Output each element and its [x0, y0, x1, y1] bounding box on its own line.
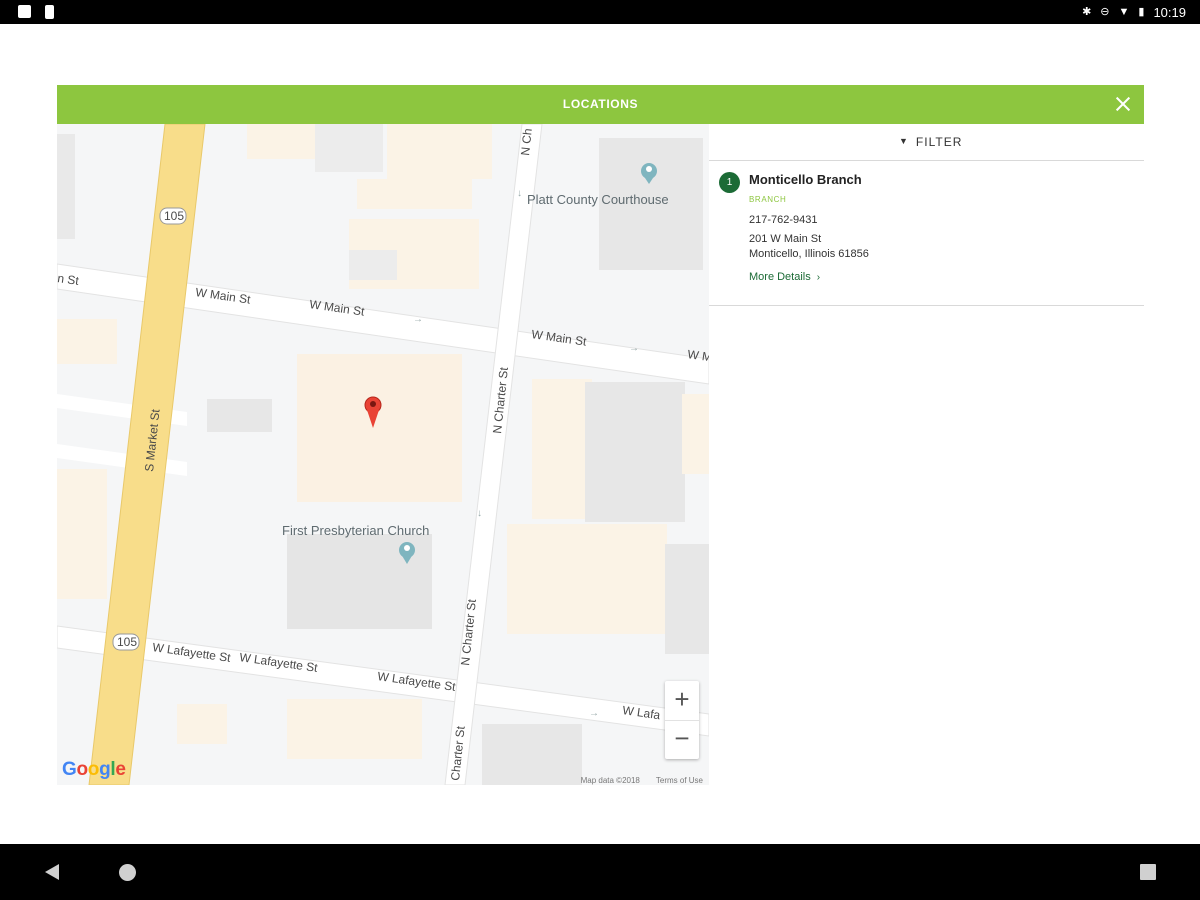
route-shield-1: 105	[159, 207, 187, 225]
do-not-disturb-icon: ⊖	[1100, 6, 1110, 18]
back-icon[interactable]	[45, 864, 59, 880]
locations-modal: LOCATIONS 105 105 n St W Main St W Main …	[57, 85, 1144, 785]
bluetooth-icon: ✱	[1082, 6, 1092, 18]
more-details-link[interactable]: More Details ›	[749, 271, 820, 283]
filter-label: FILTER	[915, 135, 963, 149]
battery-icon: ▮	[1138, 6, 1145, 18]
svg-text:→: →	[629, 343, 639, 354]
status-bar: ✱ ⊖ ▼ ▮ 10:19	[0, 0, 1200, 24]
chevron-right-icon: ›	[816, 272, 821, 283]
navigation-bar	[0, 844, 1200, 900]
filter-button[interactable]: ▼ FILTER	[899, 135, 962, 149]
location-address-line2: Monticello, Illinois 61856	[749, 248, 869, 260]
modal-title: LOCATIONS	[562, 97, 639, 111]
close-icon[interactable]	[1110, 91, 1136, 117]
courthouse-label: Platt County Courthouse	[527, 192, 669, 207]
location-address-line1: 201 W Main St	[749, 233, 822, 245]
street-label: N Ch	[518, 128, 535, 157]
map-view[interactable]: 105 105 n St W Main St W Main St W Main …	[57, 124, 709, 785]
image-icon	[18, 5, 31, 18]
status-time: 10:19	[1153, 4, 1186, 20]
modal-header: LOCATIONS	[57, 85, 1144, 124]
zoom-out-button[interactable]: −	[665, 720, 699, 759]
svg-text:↓: ↓	[517, 188, 522, 199]
home-icon[interactable]	[119, 864, 136, 881]
street-label: n St	[57, 271, 80, 288]
route-shield-2: 105	[112, 633, 140, 651]
wifi-icon: ▼	[1118, 6, 1130, 18]
svg-text:105: 105	[164, 209, 184, 223]
map-data-label: Map data ©2018	[580, 776, 640, 785]
location-number-badge: 1	[719, 172, 740, 193]
map-attribution: Map data ©2018 Terms of Use	[581, 776, 703, 785]
locations-panel: ▼ FILTER 1 Monticello Branch BRANCH 217-7…	[709, 124, 1144, 785]
svg-text:→: →	[413, 314, 423, 325]
terms-link[interactable]: Terms of Use	[656, 776, 703, 785]
svg-text:↓: ↓	[477, 508, 482, 519]
location-name: Monticello Branch	[749, 172, 862, 187]
recents-icon[interactable]	[1140, 864, 1156, 880]
zoom-controls: + −	[665, 681, 699, 759]
phone-icon	[45, 5, 54, 19]
google-logo: Google	[62, 759, 126, 780]
location-type: BRANCH	[749, 195, 787, 204]
more-details-label: More Details	[749, 271, 811, 283]
location-phone[interactable]: 217-762-9431	[749, 214, 818, 226]
chevron-down-icon: ▼	[899, 136, 909, 146]
zoom-in-button[interactable]: +	[665, 681, 699, 721]
svg-text:→: →	[589, 708, 599, 719]
filter-bar: ▼ FILTER	[709, 124, 1144, 161]
map-canvas[interactable]: 105 105 n St W Main St W Main St W Main …	[57, 124, 709, 785]
svg-text:105: 105	[117, 635, 137, 649]
church-label: First Presbyterian Church	[282, 523, 429, 538]
location-item[interactable]: 1 Monticello Branch BRANCH 217-762-9431 …	[709, 161, 1144, 306]
